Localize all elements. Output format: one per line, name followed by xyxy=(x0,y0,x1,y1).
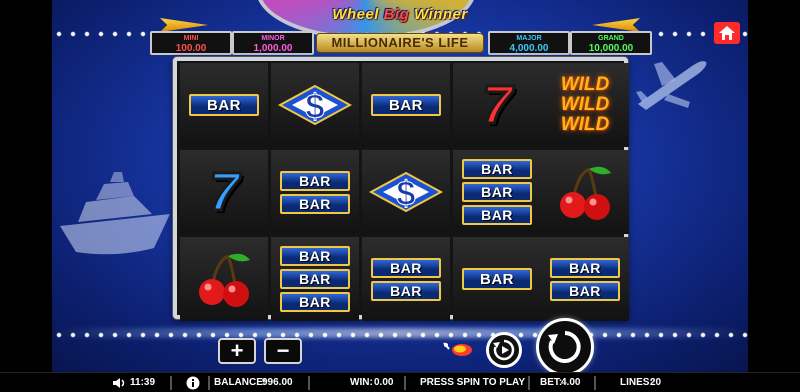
bar-symbol: BAR xyxy=(462,268,532,290)
reel-cell xyxy=(541,150,629,234)
autoplay-button[interactable] xyxy=(486,332,522,368)
reel-cell: $ xyxy=(362,150,450,234)
home-icon xyxy=(719,26,735,40)
reel-cell: BAR xyxy=(362,63,450,147)
reel-cell: BAR BAR BAR xyxy=(271,237,359,321)
right-letterbox xyxy=(748,0,800,392)
jackpot-minor: MINOR 1,000.00 xyxy=(232,31,314,55)
bar-symbol: BAR xyxy=(280,170,350,191)
bet-label: BET: xyxy=(540,377,563,388)
game-logo: Wheel Big Winner xyxy=(310,6,490,23)
divider xyxy=(308,376,310,390)
jackpot-label: MINOR xyxy=(261,35,285,42)
bar-symbol: BAR xyxy=(462,205,532,225)
wild-symbol: WILD WILD WILD xyxy=(560,74,610,135)
bar-symbol: BAR xyxy=(371,94,441,116)
win-label: WIN: xyxy=(350,377,373,388)
jackpot-major: MAJOR 4,000.00 xyxy=(488,31,570,55)
reel-cell: BAR xyxy=(180,63,268,147)
reel-cell: BAR xyxy=(453,237,541,321)
bar-symbol: BAR xyxy=(550,280,620,301)
spin-button[interactable] xyxy=(536,318,594,376)
cherry-symbol-icon xyxy=(560,166,611,220)
balance-label: BALANCE: xyxy=(214,377,267,388)
clock: 11:39 xyxy=(130,377,156,388)
bet-increase-button[interactable]: + xyxy=(218,338,256,364)
lines-label: LINES: xyxy=(620,377,653,388)
reel-cell: BAR BAR xyxy=(271,150,359,234)
logo-word-1: Wheel xyxy=(332,6,379,23)
logo-word-3: Winner xyxy=(414,6,468,23)
bet-decrease-button[interactable]: − xyxy=(264,338,302,364)
decor-arrow-left xyxy=(160,18,208,32)
status-message: PRESS SPIN TO PLAY xyxy=(420,377,526,388)
balance-value: 996.00 xyxy=(262,377,293,388)
jackpot-value: 100.00 xyxy=(175,43,207,54)
yacht-icon xyxy=(60,172,170,255)
home-button[interactable] xyxy=(714,22,740,44)
decor-arrow-right xyxy=(592,18,640,32)
reel-cell xyxy=(180,237,268,321)
chip-button[interactable] xyxy=(440,339,476,359)
autoplay-icon xyxy=(493,339,515,361)
reel-cell: BAR BAR BAR xyxy=(453,150,541,234)
bar-symbol: BAR xyxy=(280,292,350,312)
dollar-symbol-icon: $ xyxy=(278,84,352,127)
divider xyxy=(208,376,210,390)
bar-symbol: BAR xyxy=(189,94,259,116)
plane-icon xyxy=(636,61,707,110)
blue-seven-symbol: 7 xyxy=(207,161,240,224)
svg-text:$: $ xyxy=(306,88,325,126)
reel-cell: WILD WILD WILD xyxy=(541,63,629,147)
reel-cell: 7 xyxy=(453,63,541,147)
red-seven-symbol: 7 xyxy=(480,74,513,137)
bar-symbol: BAR xyxy=(280,269,350,289)
chip-icon xyxy=(443,342,472,356)
bet-value: 4.00 xyxy=(561,377,581,388)
reel-grid: BAR 7 $ BAR BAR BAR BAR BAR BAR $ BAR BAR 7 BAR BAR BAR… xyxy=(173,57,629,321)
reel-cell: BAR BAR xyxy=(362,237,450,321)
info-icon[interactable] xyxy=(186,376,200,390)
bar-symbol: BAR xyxy=(280,246,350,266)
left-letterbox xyxy=(0,0,52,392)
bar-symbol: BAR xyxy=(371,280,441,301)
lines-value: 20 xyxy=(650,377,662,388)
bar-symbol: BAR xyxy=(280,193,350,214)
sound-icon[interactable] xyxy=(112,377,126,389)
status-bar: 11:39 BALANCE: 996.00 WIN: 0.00 PRESS SP… xyxy=(0,372,800,392)
marquee-lights-bottom xyxy=(52,332,748,338)
game-subtitle: MILLIONAIRE'S LIFE xyxy=(316,33,484,53)
divider xyxy=(404,376,406,390)
bar-symbol: BAR xyxy=(371,257,441,278)
bar-symbol: BAR xyxy=(462,182,532,202)
jackpot-value: 4,000.00 xyxy=(509,43,549,54)
divider xyxy=(594,376,596,390)
divider xyxy=(170,376,172,390)
jackpot-value: 1,000.00 xyxy=(253,43,293,54)
reel-cell: 7 xyxy=(180,150,268,234)
game-screen: Wheel Big Winner MILLIONAIRE'S LIFE MINI… xyxy=(0,0,800,392)
reel-cell: $ xyxy=(271,63,359,147)
dollar-symbol-icon: $ xyxy=(369,171,443,214)
bar-symbol: BAR xyxy=(550,257,620,278)
jackpot-mini: MINI 100.00 xyxy=(150,31,232,55)
svg-text:$: $ xyxy=(397,175,416,213)
cherry-symbol-icon xyxy=(199,253,250,307)
jackpot-label: MINI xyxy=(183,35,199,42)
jackpot-label: MAJOR xyxy=(516,35,542,42)
logo-word-2: Big xyxy=(383,6,410,23)
divider xyxy=(528,376,530,390)
spin-icon xyxy=(548,331,581,363)
bar-symbol: BAR xyxy=(462,159,532,179)
jackpot-label: GRAND xyxy=(598,35,624,42)
reel-cell: BAR BAR xyxy=(541,237,629,321)
win-value: 0.00 xyxy=(374,377,394,388)
